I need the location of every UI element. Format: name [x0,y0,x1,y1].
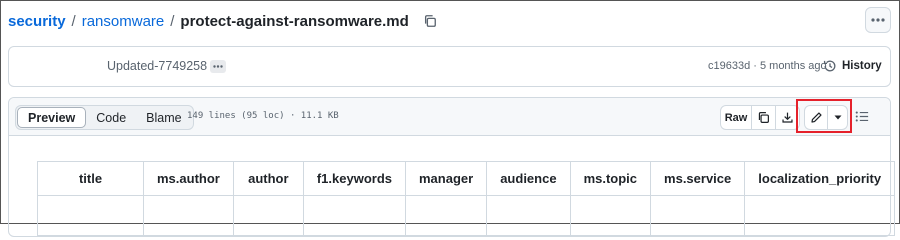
column-header: audience [486,161,571,196]
raw-button[interactable]: Raw [721,106,751,129]
table-cell [143,195,234,236]
table-cell [650,195,746,236]
table-cell [232,195,304,236]
breadcrumb-separator: / [170,12,175,30]
column-header: title [37,161,144,196]
file-header: Preview Code Blame 149 lines (95 loc) · … [9,98,890,136]
ellipsis-icon [213,65,223,68]
expand-commit-button[interactable] [210,60,226,73]
commit-message[interactable]: Updated-7749258 [107,59,207,73]
column-header: f1.keywords [302,161,407,196]
copy-raw-button[interactable] [751,106,775,129]
tab-code[interactable]: Code [86,107,136,128]
table-cell [404,195,488,236]
table-cell [302,195,407,236]
more-options-button[interactable] [865,7,891,33]
table-cell [569,195,652,236]
breadcrumb-file-name: protect-against-ransomware.md [180,12,409,30]
history-button[interactable]: History [823,56,882,76]
download-icon [782,112,793,123]
breadcrumb-repo-link[interactable]: security [8,13,66,30]
file-meta: 149 lines (95 loc) · 11.1 KB [187,111,339,121]
table-cell [744,195,896,236]
table-row [37,195,896,236]
table-cell [37,195,144,236]
breadcrumb-separator: / [71,12,76,30]
history-label: History [842,60,882,72]
list-unordered-icon[interactable] [855,110,869,123]
kebab-horizontal-icon [871,18,885,22]
latest-commit-bar: Updated-7749258 c19633d · 5 months ago H… [8,46,891,87]
frontmatter-table: title ms.author author f1.keywords manag… [37,161,896,236]
copy-icon [424,15,436,27]
column-header: ms.author [143,161,234,196]
copy-icon [758,112,769,123]
edit-highlight-box [796,99,852,133]
commit-sha-time[interactable]: c19633d · 5 months ago [708,60,827,72]
history-icon [823,60,836,72]
tab-blame[interactable]: Blame [136,107,191,128]
column-header: manager [404,161,488,196]
column-header: ms.service [650,161,746,196]
table-cell [486,195,571,236]
table-header-row: title ms.author author f1.keywords manag… [37,161,896,196]
copy-path-button[interactable] [419,10,441,32]
column-header: localization_priority [744,161,896,196]
raw-copy-download-group: Raw [720,105,800,130]
column-header: ms.topic [569,161,652,196]
tab-preview[interactable]: Preview [17,107,87,128]
column-header: author [232,161,304,196]
breadcrumb-folder-link[interactable]: ransomware [82,13,165,30]
view-mode-tabs: Preview Code Blame [15,105,194,130]
breadcrumb: security / ransomware / protect-against-… [8,10,441,32]
